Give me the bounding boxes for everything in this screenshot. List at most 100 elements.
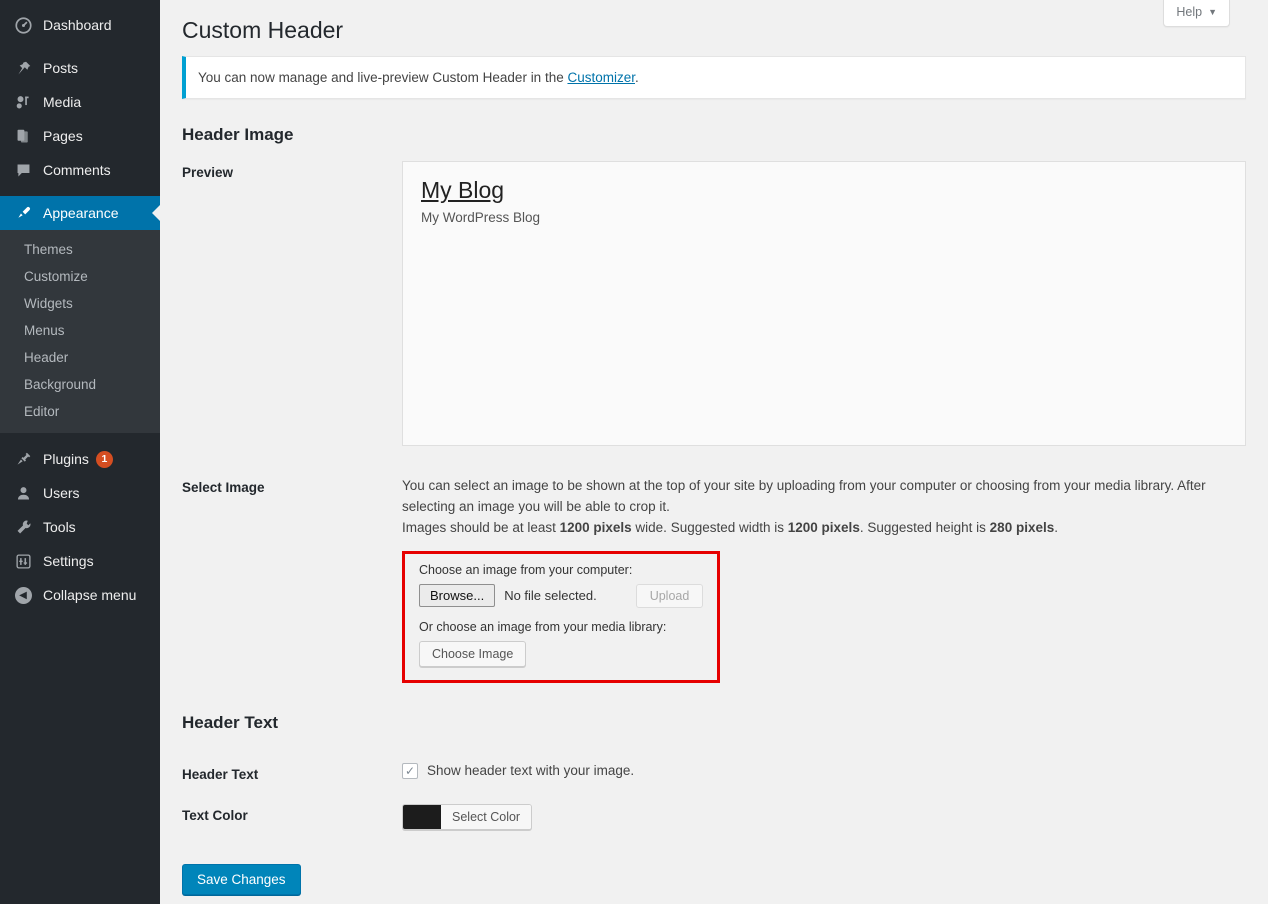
pin-icon xyxy=(12,58,34,78)
text-color-picker[interactable]: Select Color xyxy=(402,804,532,830)
sidebar-item-appearance[interactable]: Appearance xyxy=(0,196,160,230)
save-changes-button[interactable]: Save Changes xyxy=(182,864,301,895)
collapse-menu-label: Collapse menu xyxy=(43,588,136,602)
sidebar-item-label: Settings xyxy=(43,554,94,568)
user-icon xyxy=(12,483,34,503)
submenu-label: Editor xyxy=(24,404,59,419)
sidebar-item-label: Users xyxy=(43,486,80,500)
sidebar-divider xyxy=(0,187,160,196)
wp-admin-screen: Dashboard Posts Media Pages Commen xyxy=(0,0,1268,904)
sidebar-item-label: Comments xyxy=(43,163,111,177)
upload-button[interactable]: Upload xyxy=(636,584,704,608)
plug-icon xyxy=(12,449,34,469)
spacer xyxy=(182,782,1246,804)
pages-icon xyxy=(12,126,34,146)
min-width-value: 1200 pixels xyxy=(560,520,632,535)
header-text-section-title: Header Text xyxy=(182,713,1246,733)
settings-icon xyxy=(12,551,34,571)
show-header-text-label: Show header text with your image. xyxy=(427,763,634,778)
select-image-description: You can select an image to be shown at t… xyxy=(402,476,1246,518)
size-hint-a: Images should be at least xyxy=(402,520,560,535)
preview-row: Preview My Blog My WordPress Blog xyxy=(182,161,1246,446)
sidebar-item-label: Posts xyxy=(43,61,78,75)
preview-site-title[interactable]: My Blog xyxy=(421,176,504,205)
sidebar-divider xyxy=(0,42,160,51)
choose-image-button[interactable]: Choose Image xyxy=(419,641,526,667)
customizer-link[interactable]: Customizer xyxy=(567,70,635,85)
sidebar-subitem-editor[interactable]: Editor xyxy=(0,398,160,425)
select-image-field: You can select an image to be shown at t… xyxy=(402,476,1246,683)
sidebar-item-tools[interactable]: Tools xyxy=(0,510,160,544)
submenu-label: Background xyxy=(24,377,96,392)
upload-highlight-box: Choose an image from your computer: Brow… xyxy=(402,551,720,683)
text-color-row-label: Text Color xyxy=(182,804,402,823)
sidebar-item-label: Media xyxy=(43,95,81,109)
header-text-row-label: Header Text xyxy=(182,763,402,782)
select-color-label: Select Color xyxy=(441,805,531,829)
sidebar-item-plugins[interactable]: Plugins 1 xyxy=(0,442,160,476)
preview-row-label: Preview xyxy=(182,161,402,180)
submenu-label: Menus xyxy=(24,323,65,338)
sidebar-item-comments[interactable]: Comments xyxy=(0,153,160,187)
sidebar-divider xyxy=(0,433,160,442)
comment-icon xyxy=(12,160,34,180)
select-image-size-hint: Images should be at least 1200 pixels wi… xyxy=(402,518,1246,539)
suggested-width-value: 1200 pixels xyxy=(788,520,860,535)
wrench-icon xyxy=(12,517,34,537)
notice-text-before: You can now manage and live-preview Cust… xyxy=(198,70,567,85)
sidebar-item-users[interactable]: Users xyxy=(0,476,160,510)
sidebar-subitem-header[interactable]: Header xyxy=(0,344,160,371)
submenu-label: Header xyxy=(24,350,68,365)
show-header-text-row: ✓ Show header text with your image. xyxy=(402,763,1246,779)
select-image-row-label: Select Image xyxy=(182,476,402,495)
size-hint-c: wide. Suggested width is xyxy=(632,520,788,535)
submenu-label: Customize xyxy=(24,269,88,284)
choose-from-library-label: Or choose an image from your media libra… xyxy=(419,620,703,634)
submenu-label: Themes xyxy=(24,242,73,257)
sidebar-item-settings[interactable]: Settings xyxy=(0,544,160,578)
size-hint-g: . xyxy=(1054,520,1058,535)
preview-field: My Blog My WordPress Blog xyxy=(402,161,1246,446)
sidebar-item-media[interactable]: Media xyxy=(0,85,160,119)
collapse-arrow-icon: ◀ xyxy=(12,585,34,605)
no-file-selected-text: No file selected. xyxy=(504,588,597,603)
suggested-height-value: 280 pixels xyxy=(990,520,1055,535)
size-hint-e: . Suggested height is xyxy=(860,520,990,535)
text-color-row: Text Color Select Color xyxy=(182,804,1246,834)
text-color-field: Select Color xyxy=(402,804,1246,834)
brush-icon xyxy=(12,203,34,223)
sidebar-item-pages[interactable]: Pages xyxy=(0,119,160,153)
sidebar-subitem-customize[interactable]: Customize xyxy=(0,263,160,290)
submenu-label: Widgets xyxy=(24,296,73,311)
admin-sidebar: Dashboard Posts Media Pages Commen xyxy=(0,0,160,904)
sidebar-item-posts[interactable]: Posts xyxy=(0,51,160,85)
sidebar-item-label: Tools xyxy=(43,520,76,534)
spacer xyxy=(182,749,1246,763)
sidebar-item-label: Dashboard xyxy=(43,18,112,32)
browse-button[interactable]: Browse... xyxy=(419,584,495,607)
help-button[interactable]: Help ▼ xyxy=(1163,0,1230,27)
help-label: Help xyxy=(1176,5,1202,19)
sidebar-subitem-background[interactable]: Background xyxy=(0,371,160,398)
chevron-down-icon: ▼ xyxy=(1208,7,1217,17)
color-swatch[interactable] xyxy=(403,805,441,829)
header-text-field: ✓ Show header text with your image. xyxy=(402,763,1246,779)
media-icon xyxy=(12,92,34,112)
sidebar-subitem-menus[interactable]: Menus xyxy=(0,317,160,344)
spacer xyxy=(182,446,1246,476)
appearance-submenu: Themes Customize Widgets Menus Header Ba… xyxy=(0,230,160,433)
spacer xyxy=(182,683,1246,713)
file-input-row: Browse... No file selected. Upload xyxy=(419,584,703,608)
sidebar-subitem-widgets[interactable]: Widgets xyxy=(0,290,160,317)
header-image-section-title: Header Image xyxy=(182,125,1246,145)
sidebar-item-label: Appearance xyxy=(43,206,119,220)
header-preview-box: My Blog My WordPress Blog xyxy=(402,161,1246,446)
spacer xyxy=(182,834,1246,864)
sidebar-item-collapse-menu[interactable]: ◀ Collapse menu xyxy=(0,578,160,612)
choose-from-computer-label: Choose an image from your computer: xyxy=(419,563,703,577)
plugins-update-badge: 1 xyxy=(96,451,113,468)
sidebar-subitem-themes[interactable]: Themes xyxy=(0,236,160,263)
customizer-notice: You can now manage and live-preview Cust… xyxy=(182,56,1246,99)
show-header-text-checkbox[interactable]: ✓ xyxy=(402,763,418,779)
sidebar-item-dashboard[interactable]: Dashboard xyxy=(0,8,160,42)
